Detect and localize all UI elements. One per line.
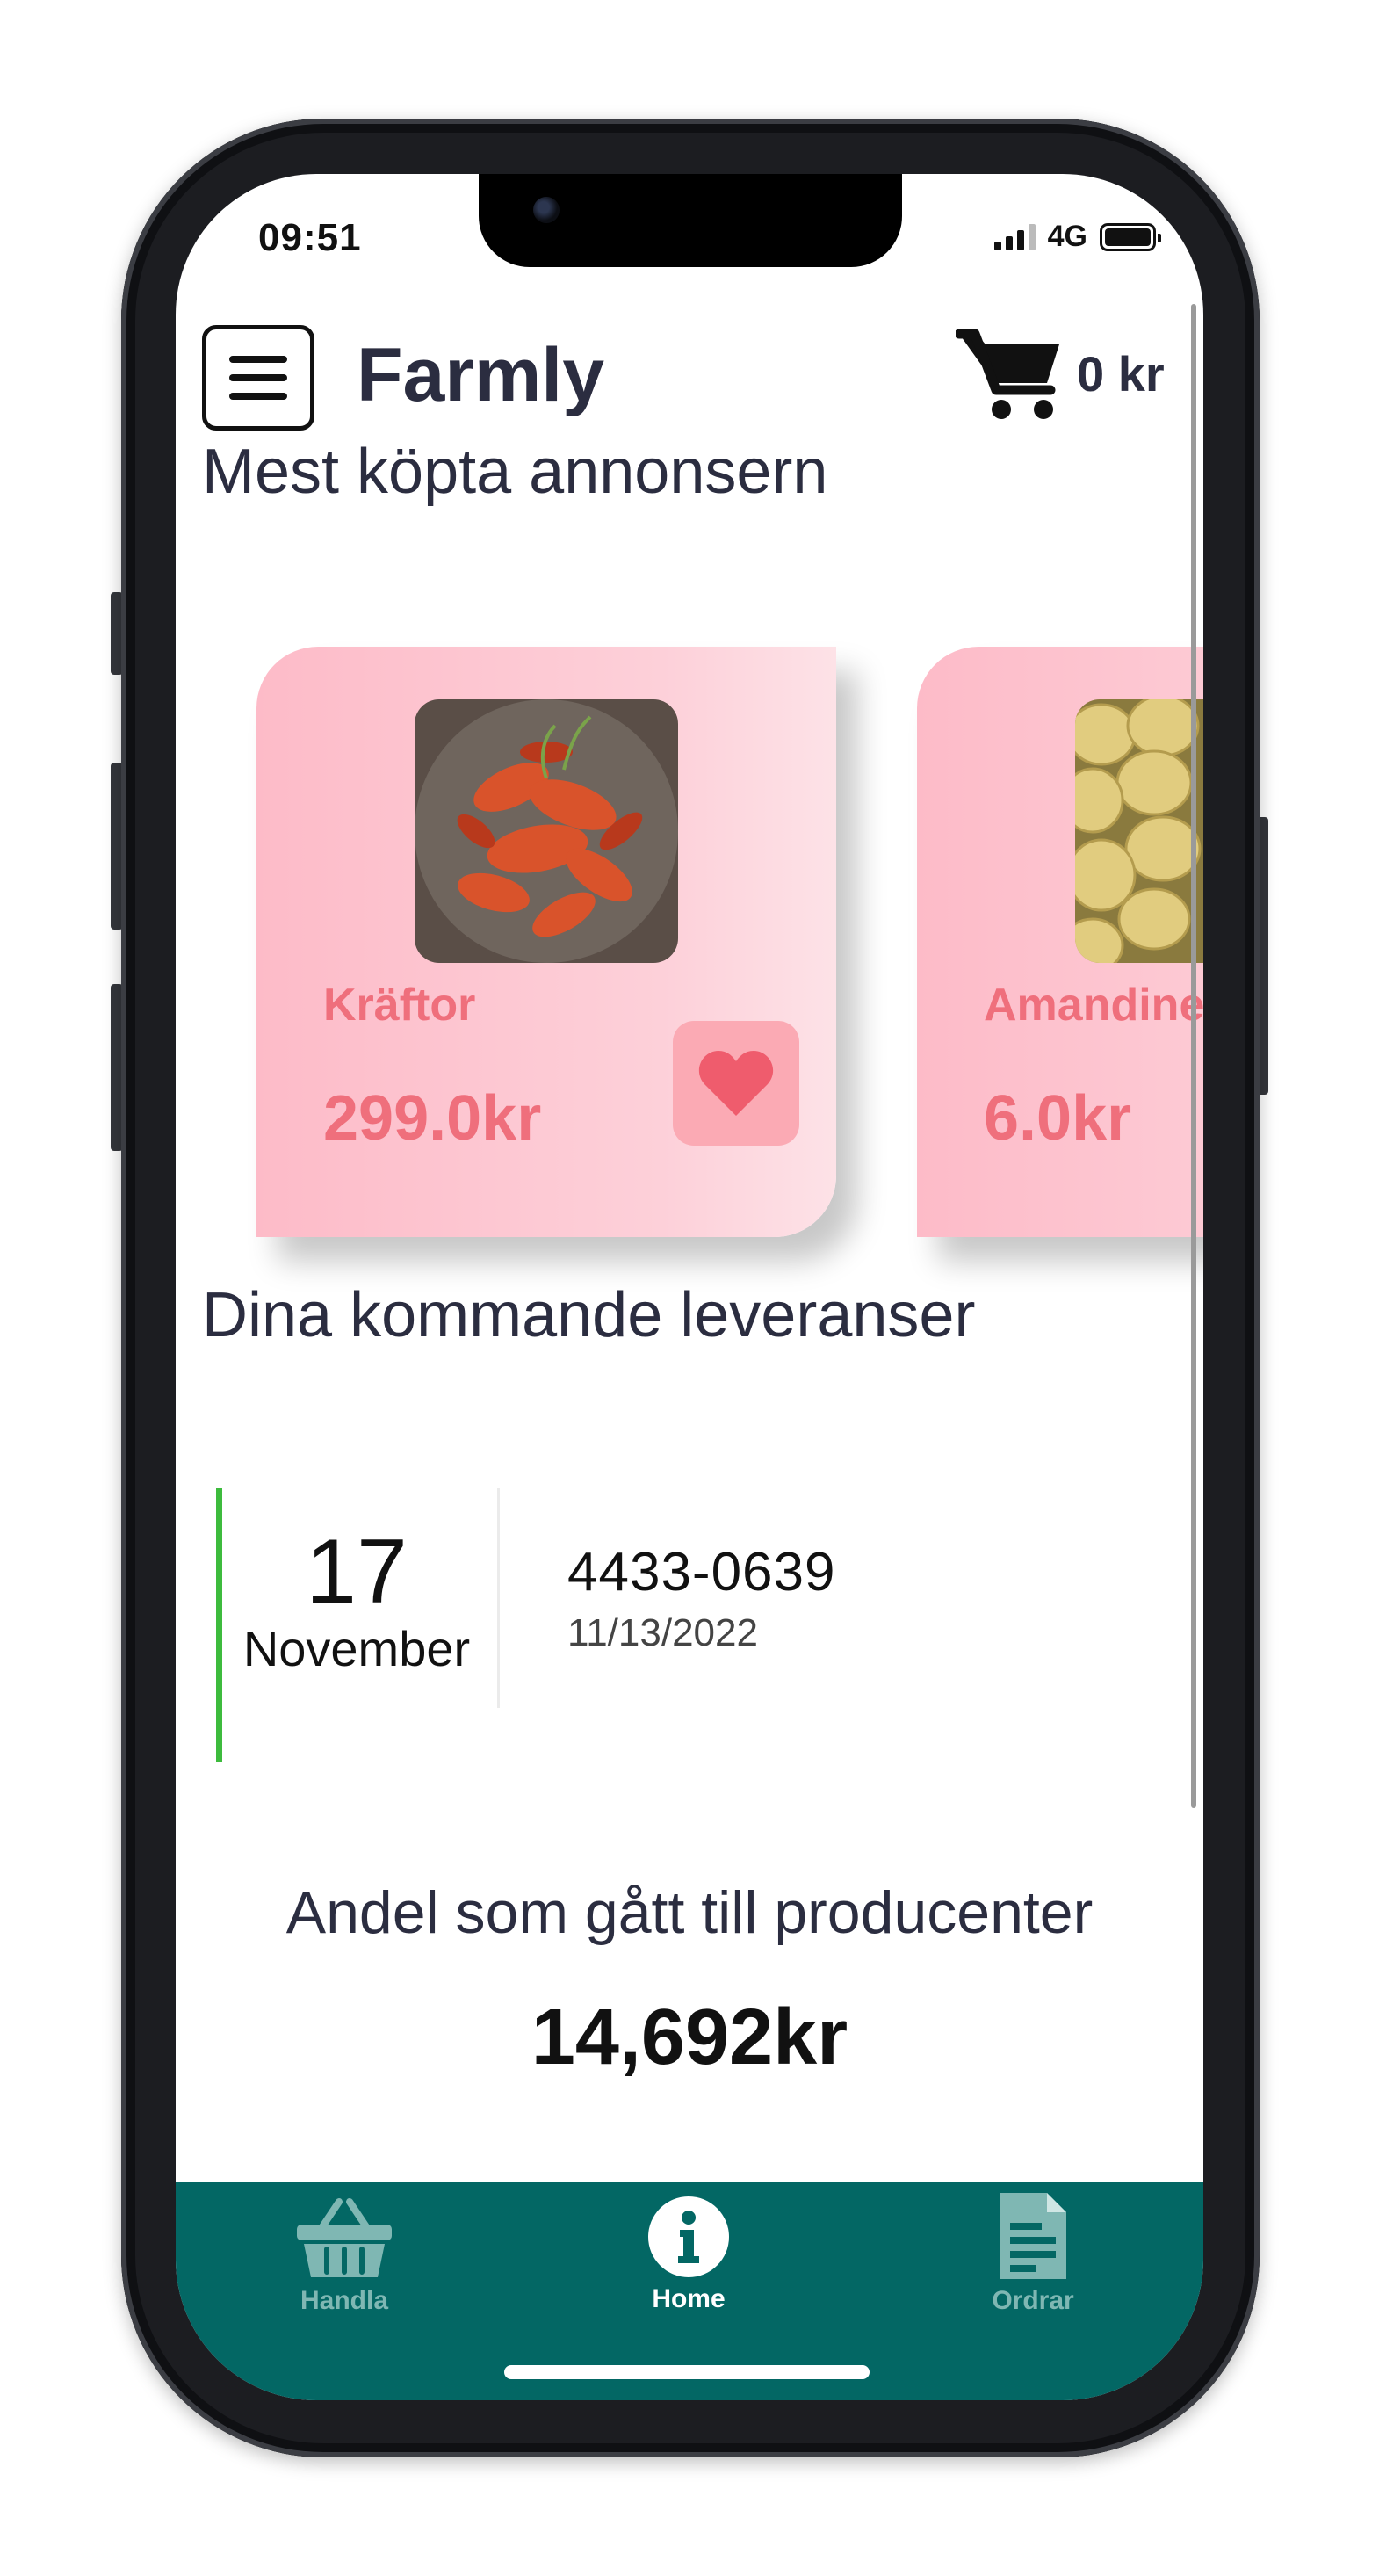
delivery-item[interactable]: 17 November 4433-0639 11/13/2022	[216, 1488, 1094, 1762]
network-type: 4G	[1047, 220, 1087, 253]
product-name: Amandine	[984, 980, 1203, 1031]
nav-item-ordrar[interactable]: Ordrar	[901, 2182, 1165, 2316]
product-carousel[interactable]: Kräftor 299.0kr Amandine 6.0kr	[176, 613, 1203, 1299]
product-image-crayfish	[415, 699, 678, 963]
app-screen: 09:51 4G Farmly 0 kr Mest köpta annonser…	[176, 174, 1203, 2400]
product-card[interactable]: Kräftor 299.0kr	[256, 647, 836, 1237]
status-indicators: 4G	[993, 220, 1161, 254]
nav-label-handla: Handla	[300, 2286, 389, 2315]
popular-section-title: Mest köpta annonsern	[202, 437, 828, 507]
deliveries-section-title: Dina kommande leveranser	[202, 1280, 976, 1350]
signal-icon	[993, 223, 1036, 250]
producer-share-value: 14,692kr	[531, 1994, 848, 2081]
product-image-potatoes	[1075, 699, 1203, 963]
delivery-order-date: 11/13/2022	[567, 1611, 758, 1654]
cart-icon	[956, 329, 1059, 419]
delivery-order-number: 4433-0639	[567, 1542, 836, 1603]
cart-button[interactable]: 0 kr	[956, 325, 1165, 422]
home-indicator[interactable]	[504, 2365, 870, 2379]
favorite-button[interactable]	[673, 1021, 799, 1146]
product-price: 299.0kr	[323, 1083, 542, 1154]
nav-label-ordrar: Ordrar	[992, 2286, 1074, 2315]
heart-icon	[698, 1051, 774, 1116]
nav-item-home[interactable]: Home	[557, 2182, 820, 2314]
product-name: Kräftor	[323, 980, 476, 1031]
front-camera	[533, 197, 560, 223]
menu-icon	[229, 356, 287, 363]
status-time: 09:51	[258, 216, 362, 259]
document-icon	[1000, 2193, 1066, 2279]
nav-label-home: Home	[652, 2284, 726, 2313]
battery-icon	[1100, 222, 1161, 251]
cart-total: 0 kr	[1077, 345, 1165, 402]
basket-icon	[297, 2198, 392, 2277]
app-title: Farmly	[357, 333, 605, 417]
scrollbar[interactable]	[1191, 304, 1196, 1808]
notch	[479, 174, 902, 267]
delivery-day: 17	[306, 1521, 408, 1623]
product-price: 6.0kr	[984, 1083, 1132, 1154]
menu-button[interactable]	[202, 325, 314, 431]
info-icon	[648, 2196, 729, 2277]
product-card[interactable]: Amandine 6.0kr	[917, 647, 1203, 1237]
producer-share-label: Andel som gått till producenter	[285, 1879, 1094, 1946]
delivery-month: November	[242, 1621, 471, 1676]
delivery-divider	[497, 1488, 500, 1708]
nav-item-handla[interactable]: Handla	[213, 2182, 476, 2316]
